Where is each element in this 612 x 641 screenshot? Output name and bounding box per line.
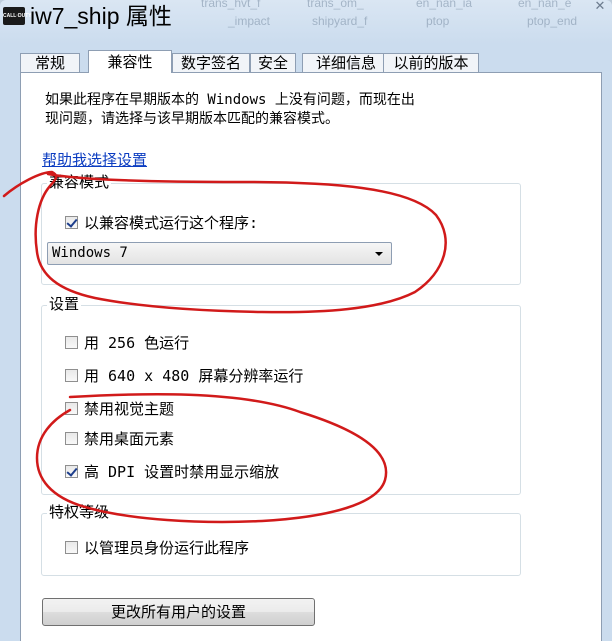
- background-text: trans_om_: [307, 0, 364, 10]
- compat-os-select[interactable]: Windows 7: [47, 242, 392, 265]
- background-text: en_nan_ia: [416, 0, 473, 10]
- checkbox[interactable]: [65, 401, 78, 415]
- option-label: 禁用视觉主题: [84, 399, 175, 418]
- app-icon: CALL·DUTY: [3, 7, 32, 25]
- app-icon-text: CALL·DUTY: [3, 13, 32, 19]
- option-run-as-admin[interactable]: 以管理员身份运行此程序: [65, 537, 249, 557]
- checkbox[interactable]: [65, 431, 78, 445]
- intro-line: 现问题，请选择与该早期版本匹配的兼容模式。: [45, 111, 339, 127]
- settings-group-title: 设置: [47, 295, 82, 313]
- background-text: shipyard_f: [312, 14, 368, 28]
- intro-line: 如果此程序在早期版本的 Windows 上没有问题，而现在出: [45, 92, 415, 108]
- background-text: en_nan_e: [518, 0, 572, 10]
- option-256-colors[interactable]: 用 256 色运行: [65, 332, 189, 352]
- background-text: ptop_end: [527, 14, 578, 28]
- compat-os-value: Windows 7: [52, 245, 128, 261]
- option-640x480[interactable]: 用 640 x 480 屏幕分辨率运行: [65, 365, 303, 385]
- option-label: 以管理员身份运行此程序: [84, 538, 250, 557]
- checkbox[interactable]: [65, 368, 78, 382]
- option-disable-visual-themes[interactable]: 禁用视觉主题: [65, 398, 174, 418]
- checkbox[interactable]: [65, 540, 78, 554]
- option-label: 用 256 色运行: [84, 333, 190, 352]
- background-text: _impact: [228, 14, 271, 28]
- tab-panel-compatibility: 如果此程序在早期版本的 Windows 上没有问题，而现在出 现问题，请选择与该…: [20, 72, 602, 641]
- background-text: ptop: [426, 14, 450, 28]
- checkbox[interactable]: [65, 335, 78, 349]
- compat-mode-group-title: 兼容模式: [47, 173, 112, 191]
- option-disable-dpi-scaling[interactable]: 高 DPI 设置时禁用显示缩放: [65, 461, 279, 481]
- tab-general[interactable]: 常规: [20, 53, 80, 72]
- intro-text: 如果此程序在早期版本的 Windows 上没有问题，而现在出 现问题，请选择与该…: [45, 91, 565, 129]
- option-label: 用 640 x 480 屏幕分辨率运行: [84, 366, 304, 385]
- compat-mode-group: [41, 183, 521, 285]
- tab-details[interactable]: 详细信息: [302, 53, 390, 72]
- tab-previous-versions[interactable]: 以前的版本: [383, 53, 479, 72]
- tab-security[interactable]: 安全: [250, 53, 296, 72]
- tab-digital-signatures[interactable]: 数字签名: [172, 53, 250, 72]
- option-label: 禁用桌面元素: [84, 429, 175, 448]
- checkbox[interactable]: [65, 464, 78, 478]
- compat-mode-checkbox[interactable]: [65, 215, 78, 229]
- tab-compatibility[interactable]: 兼容性: [88, 50, 172, 73]
- close-icon[interactable]: ✕: [591, 0, 609, 14]
- window-title: iw7_ship 属性: [30, 3, 172, 29]
- compat-mode-label: 以兼容模式运行这个程序:: [84, 213, 259, 232]
- help-me-choose-link[interactable]: 帮助我选择设置: [42, 149, 147, 170]
- properties-window: trans_hvt_f trans_om_ en_nan_ia en_nan_e…: [0, 0, 612, 641]
- change-all-users-button[interactable]: 更改所有用户的设置: [42, 598, 315, 626]
- privilege-group-title: 特权等级: [47, 503, 112, 521]
- chevron-down-icon: [375, 252, 383, 256]
- option-label: 高 DPI 设置时禁用显示缩放: [84, 462, 280, 481]
- compat-mode-option[interactable]: 以兼容模式运行这个程序:: [65, 212, 258, 232]
- background-text: trans_hvt_f: [201, 0, 261, 10]
- option-disable-desktop-composition[interactable]: 禁用桌面元素: [65, 428, 174, 448]
